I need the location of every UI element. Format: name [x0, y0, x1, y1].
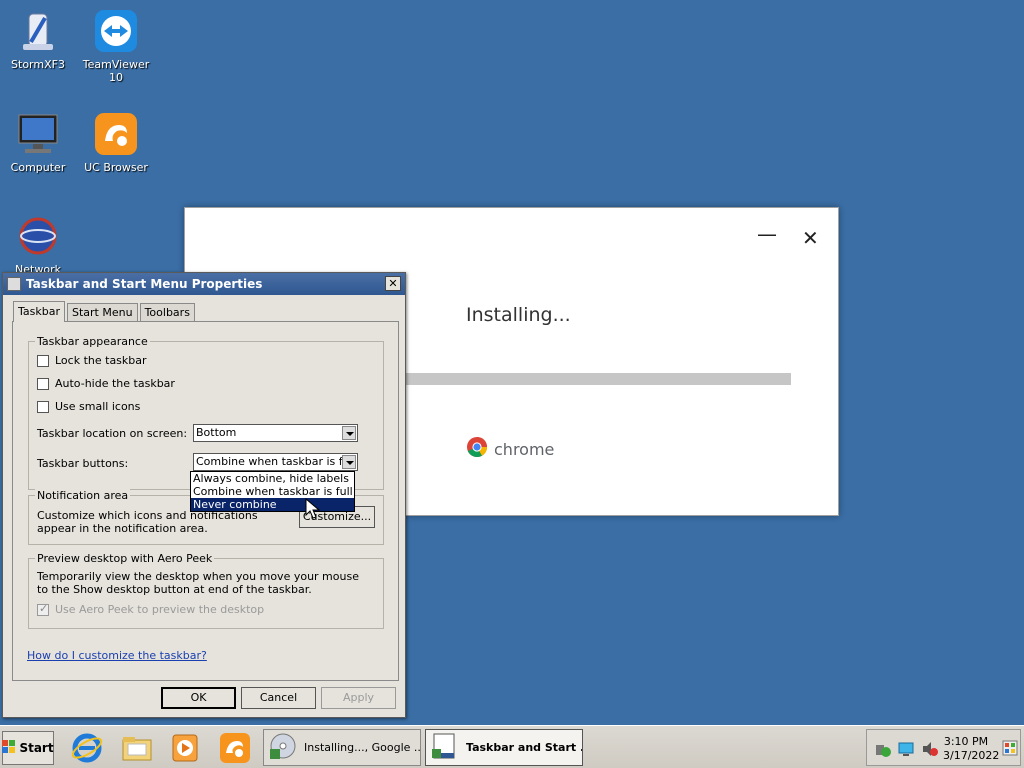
- desktop-icon-label: StormXF3: [11, 58, 65, 71]
- chrome-brand-label: chrome: [494, 439, 555, 459]
- dropdown-option-combine-when-full[interactable]: Combine when taskbar is full: [191, 485, 354, 498]
- location-select[interactable]: Bottom: [193, 424, 358, 442]
- start-label: Start: [19, 741, 54, 755]
- tab-toolbars[interactable]: Toolbars: [139, 303, 195, 322]
- taskbar-button-properties[interactable]: Taskbar and Start ...: [425, 729, 583, 766]
- lock-taskbar-label: Lock the taskbar: [55, 354, 147, 367]
- uc-browser-icon: [220, 733, 250, 763]
- dialog-title: Taskbar and Start Menu Properties: [26, 277, 263, 291]
- buttons-select-value: Combine when taskbar is full: [196, 455, 356, 468]
- clock-date: 3/17/2022: [943, 749, 1000, 762]
- lock-taskbar-checkbox[interactable]: Lock the taskbar: [37, 354, 147, 367]
- desktop-icon-stormxf3[interactable]: StormXF3: [0, 8, 78, 71]
- small-icons-box[interactable]: [37, 400, 49, 413]
- installer-minimize-button[interactable]: —: [757, 222, 777, 246]
- chevron-down-icon[interactable]: [342, 426, 356, 440]
- network-icon: [15, 213, 61, 259]
- location-label: Taskbar location on screen:: [37, 427, 188, 440]
- stormxf3-icon: [15, 8, 61, 54]
- quicklaunch-uc-browser[interactable]: [218, 731, 252, 765]
- desktop-icon-label: UC Browser: [84, 161, 148, 174]
- installer-progress-bar: [405, 373, 791, 385]
- aero-peek-checkbox: Use Aero Peek to preview the desktop: [37, 602, 265, 616]
- media-player-icon: [172, 734, 198, 762]
- internet-explorer-icon: [71, 733, 103, 763]
- buttons-label: Taskbar buttons:: [37, 457, 129, 470]
- aero-peek-description: Temporarily view the desktop when you mo…: [37, 570, 359, 596]
- small-icons-label: Use small icons: [55, 400, 141, 413]
- desktop-icon-teamviewer[interactable]: TeamViewer 10: [76, 8, 156, 84]
- autohide-taskbar-box[interactable]: [37, 377, 49, 390]
- chrome-logo-icon: [466, 436, 488, 462]
- mouse-cursor-icon: [305, 497, 321, 523]
- chrome-brand: chrome: [466, 436, 554, 462]
- computer-icon: [15, 111, 61, 157]
- help-link[interactable]: How do I customize the taskbar?: [27, 649, 207, 662]
- dialog-close-button[interactable]: ✕: [385, 276, 401, 291]
- tray-flag-icon[interactable]: [1002, 740, 1018, 759]
- taskbar: Start Installing..., Google ... Taskbar …: [0, 725, 1024, 768]
- dropdown-option-never-combine[interactable]: Never combine: [191, 498, 354, 511]
- aero-peek-label: Use Aero Peek to preview the desktop: [55, 603, 265, 616]
- taskbar-button-installer-label: Installing..., Google ...: [304, 741, 421, 754]
- installer-disc-icon: [268, 731, 298, 764]
- tab-start-menu[interactable]: Start Menu: [67, 303, 138, 322]
- dropdown-option-always-combine[interactable]: Always combine, hide labels: [191, 472, 354, 485]
- quicklaunch-internet-explorer[interactable]: [70, 731, 104, 765]
- taskbar-button-properties-label: Taskbar and Start ...: [466, 741, 583, 754]
- desktop-icon-ucbrowser[interactable]: UC Browser: [76, 111, 156, 174]
- taskbar-button-installer[interactable]: Installing..., Google ...: [263, 729, 421, 766]
- ok-button[interactable]: OK: [161, 687, 236, 709]
- notification-area-legend: Notification area: [35, 489, 131, 502]
- taskbar-appearance-legend: Taskbar appearance: [35, 335, 150, 348]
- tab-taskbar[interactable]: Taskbar: [13, 301, 65, 322]
- tray-monitor-icon[interactable]: [897, 740, 915, 761]
- aero-peek-box: [37, 602, 49, 616]
- chevron-down-icon[interactable]: [342, 455, 356, 469]
- buttons-select[interactable]: Combine when taskbar is full: [193, 453, 358, 471]
- taskbar-clock[interactable]: 3:10 PM 3/17/2022: [943, 735, 1000, 763]
- dialog-app-icon: [7, 277, 21, 291]
- notification-tray: 3:10 PM 3/17/2022: [866, 729, 1021, 766]
- dialog-titlebar[interactable]: Taskbar and Start Menu Properties: [3, 273, 405, 295]
- taskbar-properties-icon: [430, 731, 460, 764]
- quicklaunch-media-player[interactable]: [168, 731, 202, 765]
- lock-taskbar-box[interactable]: [37, 354, 49, 367]
- desktop-icon-label: TeamViewer 10: [82, 58, 150, 84]
- windows-logo-icon: [2, 739, 16, 757]
- installer-close-button[interactable]: ✕: [802, 226, 819, 250]
- location-select-value: Bottom: [196, 426, 237, 439]
- folder-icon: [122, 737, 152, 761]
- tray-security-icon[interactable]: [873, 740, 891, 761]
- desktop-icon-network[interactable]: Network: [0, 213, 78, 276]
- quicklaunch-explorer[interactable]: [120, 731, 154, 765]
- autohide-taskbar-label: Auto-hide the taskbar: [55, 377, 175, 390]
- small-icons-checkbox[interactable]: Use small icons: [37, 400, 140, 413]
- desktop-icon-computer[interactable]: Computer: [0, 111, 78, 174]
- buttons-dropdown-list: Always combine, hide labels Combine when…: [190, 471, 355, 512]
- teamviewer-icon: [93, 8, 139, 54]
- aero-peek-legend: Preview desktop with Aero Peek: [35, 552, 215, 565]
- cancel-button[interactable]: Cancel: [241, 687, 316, 709]
- dialog-tabs: Taskbar Start Menu Toolbars: [13, 301, 197, 322]
- autohide-taskbar-checkbox[interactable]: Auto-hide the taskbar: [37, 377, 175, 390]
- notification-area-description: Customize which icons and notifications …: [37, 509, 258, 535]
- installer-status-text: Installing...: [466, 304, 571, 326]
- uc-browser-icon: [93, 111, 139, 157]
- desktop-icon-label: Computer: [10, 161, 66, 174]
- start-button[interactable]: Start: [2, 731, 54, 765]
- tray-volume-icon[interactable]: [921, 740, 939, 761]
- clock-time: 3:10 PM: [943, 735, 989, 748]
- apply-button: Apply: [321, 687, 396, 709]
